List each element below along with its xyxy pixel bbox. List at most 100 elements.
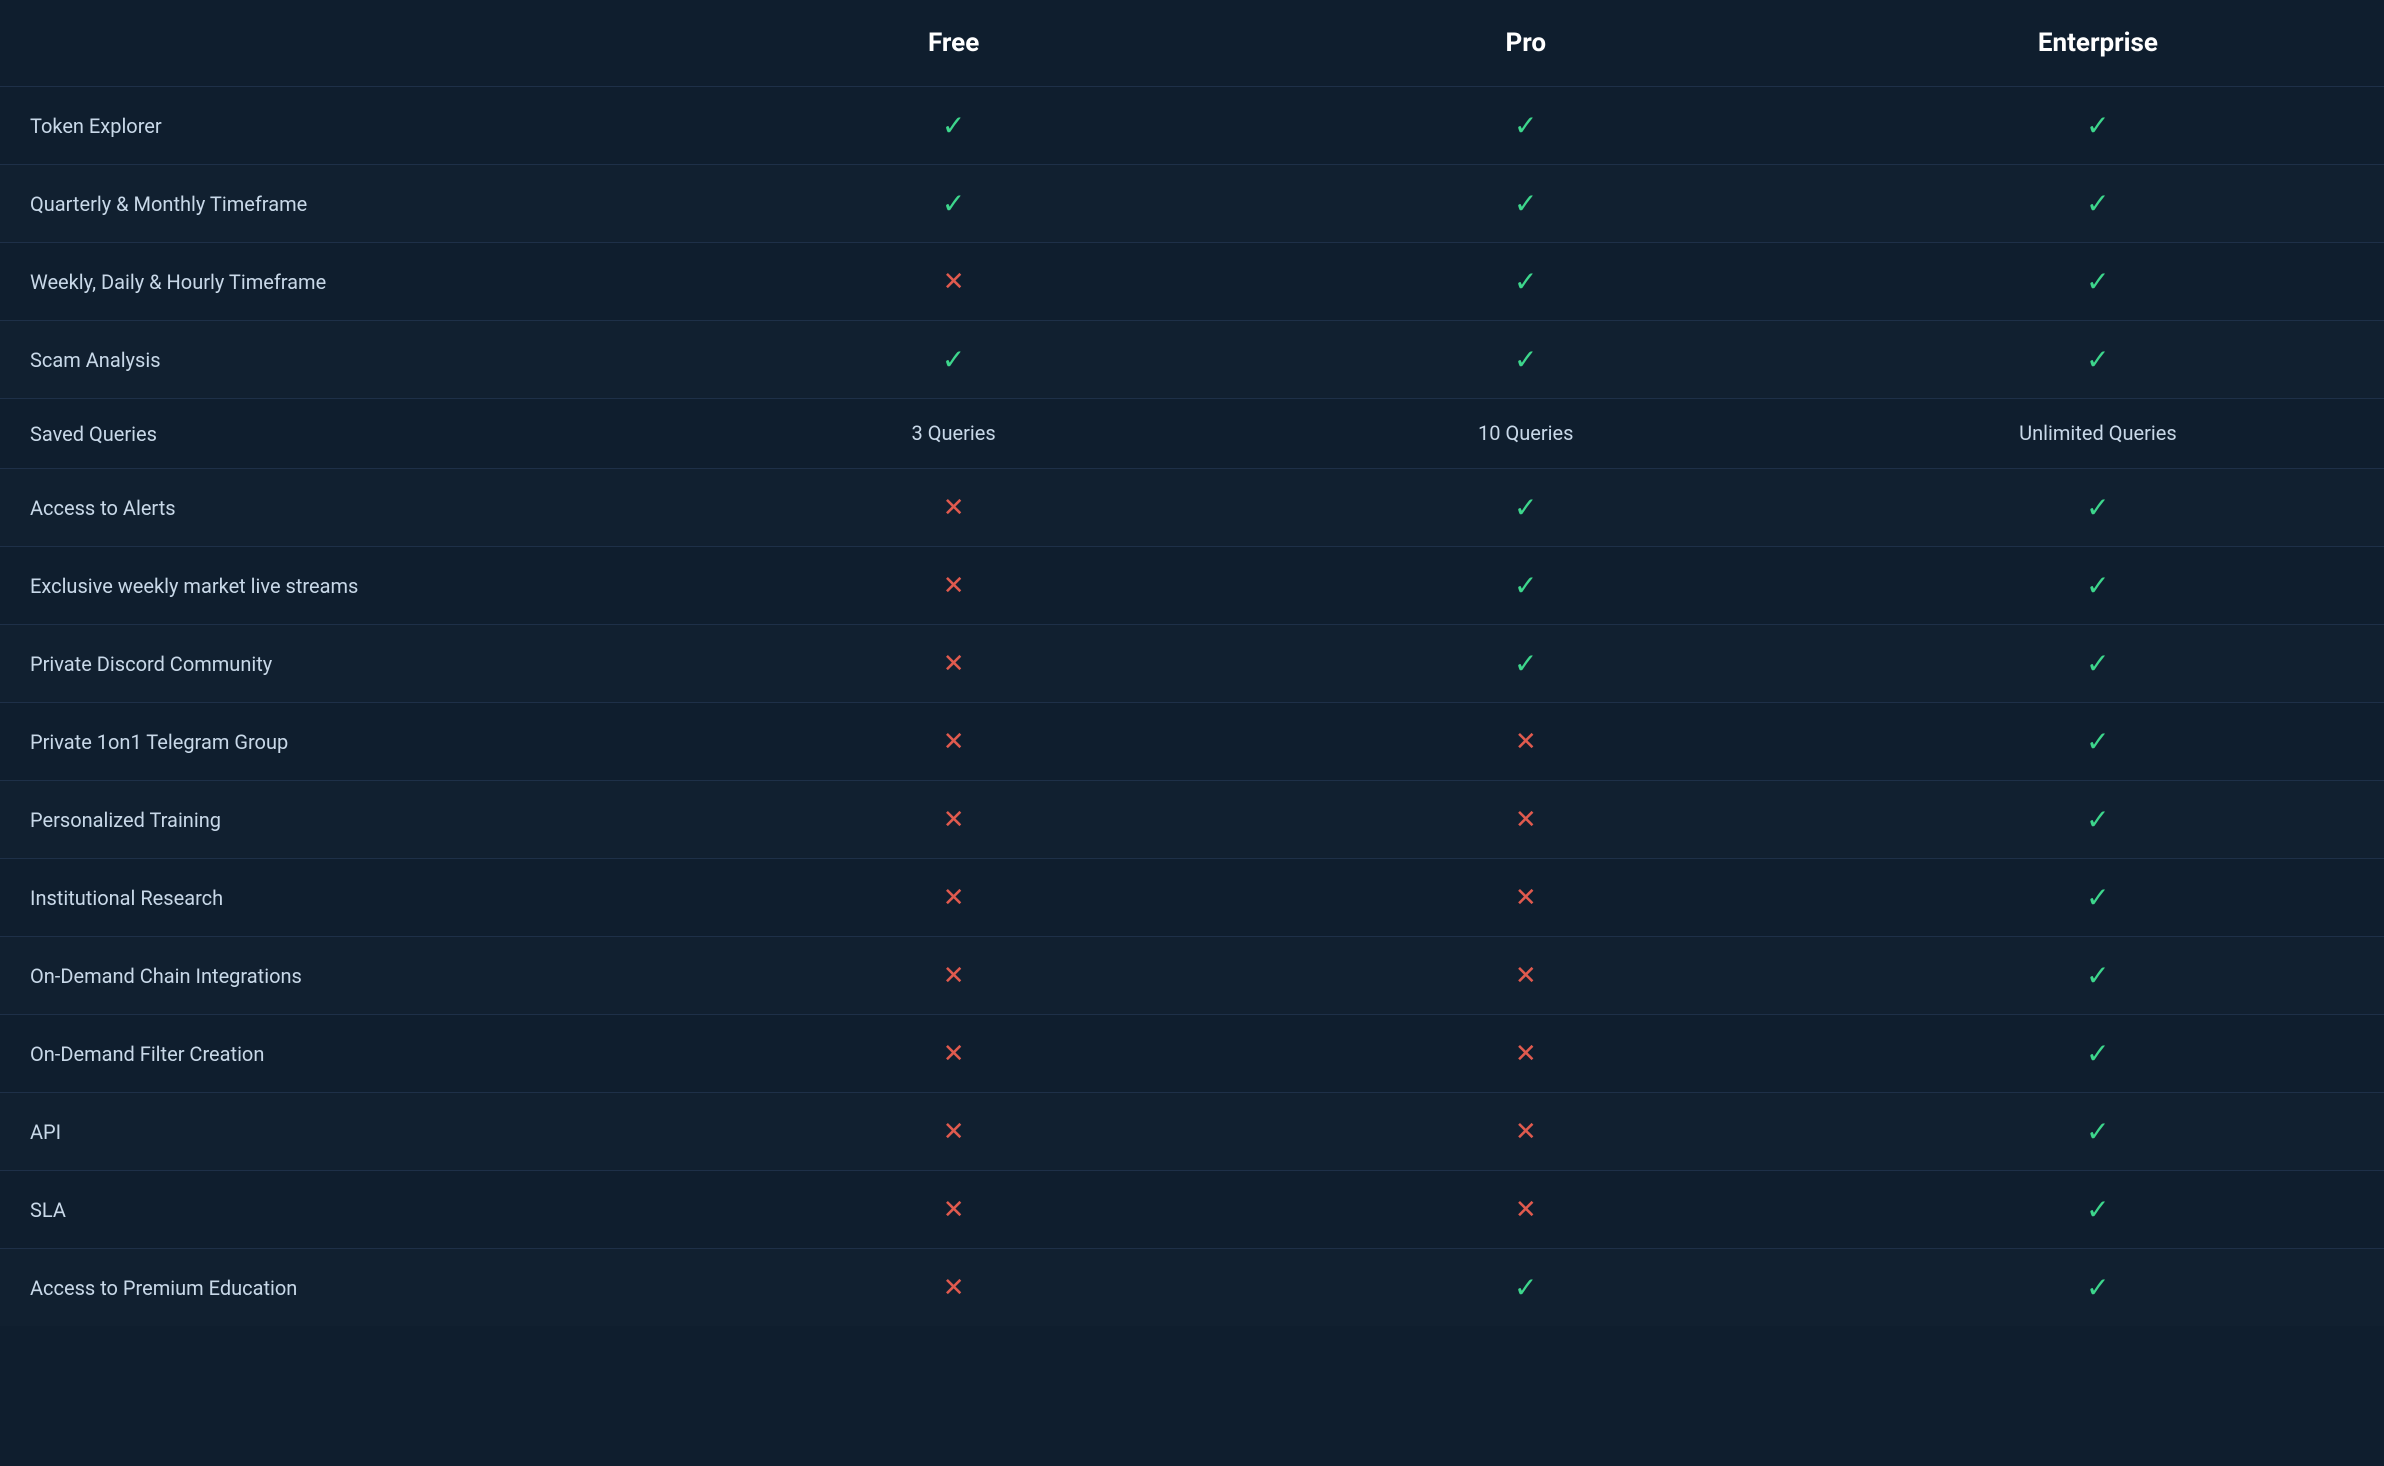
table-row: Private 1on1 Telegram Group✕✕✓ (0, 703, 2384, 781)
feature-label: Scam Analysis (0, 321, 668, 399)
check-icon: ✓ (2086, 569, 2109, 602)
cross-icon: ✕ (1515, 1117, 1537, 1147)
enterprise-value: ✓ (1812, 469, 2384, 547)
free-value: ✕ (668, 625, 1240, 703)
pro-value: ✓ (1240, 165, 1812, 243)
check-icon: ✓ (2086, 1115, 2109, 1148)
table-row: Private Discord Community ✕ ✓ ✓ (0, 625, 2384, 703)
header-pro-col: Pro (1240, 0, 1812, 87)
cross-icon: ✕ (1515, 883, 1537, 913)
check-icon: ✓ (2086, 187, 2109, 220)
free-value: ✕ (668, 1093, 1240, 1171)
cross-icon: ✕ (943, 1117, 965, 1147)
free-value: ✓ (668, 321, 1240, 399)
pro-value: 10 Queries (1240, 399, 1812, 469)
feature-label: Saved Queries (0, 399, 668, 469)
enterprise-value: ✓ (1812, 1249, 2384, 1327)
text-value: 10 Queries (1478, 421, 1573, 445)
cross-icon: ✕ (943, 1195, 965, 1225)
feature-label: Weekly, Daily & Hourly Timeframe (0, 243, 668, 321)
free-value: ✓ (668, 87, 1240, 165)
check-icon: ✓ (2086, 959, 2109, 992)
check-icon: ✓ (2086, 647, 2109, 680)
pro-value: ✓ (1240, 625, 1812, 703)
pro-value: ✕ (1240, 859, 1812, 937)
check-icon: ✓ (1514, 491, 1537, 524)
table-row: SLA✕✕✓ (0, 1171, 2384, 1249)
table-row: Quarterly & Monthly Timeframe ✓ ✓ ✓ (0, 165, 2384, 243)
check-icon: ✓ (2086, 1037, 2109, 1070)
cross-icon: ✕ (943, 805, 965, 835)
enterprise-value: ✓ (1812, 1093, 2384, 1171)
enterprise-value: ✓ (1812, 859, 2384, 937)
pro-value: ✕ (1240, 703, 1812, 781)
header-row: Free Pro Enterprise (0, 0, 2384, 87)
header-feature-col (0, 0, 668, 87)
free-value: ✓ (668, 165, 1240, 243)
check-icon: ✓ (2086, 491, 2109, 524)
pro-value: ✕ (1240, 1093, 1812, 1171)
cross-icon: ✕ (943, 883, 965, 913)
table-row: Access to Premium Education✕✓✓ (0, 1249, 2384, 1327)
check-icon: ✓ (942, 343, 965, 376)
check-icon: ✓ (942, 187, 965, 220)
check-icon: ✓ (2086, 109, 2109, 142)
free-value: ✕ (668, 781, 1240, 859)
cross-icon: ✕ (1515, 1039, 1537, 1069)
feature-label: Private Discord Community (0, 625, 668, 703)
pricing-comparison-table: Free Pro Enterprise Token Explorer✓✓✓Qua… (0, 0, 2384, 1326)
free-value: ✕ (668, 547, 1240, 625)
check-icon: ✓ (1514, 569, 1537, 602)
cross-icon: ✕ (1515, 1195, 1537, 1225)
check-icon: ✓ (2086, 725, 2109, 758)
check-icon: ✓ (2086, 265, 2109, 298)
pro-value: ✓ (1240, 87, 1812, 165)
check-icon: ✓ (1514, 1271, 1537, 1304)
text-value: 3 Queries (912, 421, 996, 445)
feature-label: Private 1on1 Telegram Group (0, 703, 668, 781)
feature-label: Personalized Training (0, 781, 668, 859)
table-row: Saved Queries3 Queries10 QueriesUnlimite… (0, 399, 2384, 469)
free-value: ✕ (668, 243, 1240, 321)
feature-label: On-Demand Chain Integrations (0, 937, 668, 1015)
table-row: Scam Analysis✓✓✓ (0, 321, 2384, 399)
enterprise-value: ✓ (1812, 781, 2384, 859)
check-icon: ✓ (2086, 1271, 2109, 1304)
cross-icon: ✕ (943, 267, 965, 297)
check-icon: ✓ (2086, 803, 2109, 836)
header-enterprise-col: Enterprise (1812, 0, 2384, 87)
feature-label: API (0, 1093, 668, 1171)
cross-icon: ✕ (943, 571, 965, 601)
check-icon: ✓ (1514, 187, 1537, 220)
table-row: On-Demand Chain Integrations✕✕✓ (0, 937, 2384, 1015)
feature-label: Exclusive weekly market live streams (0, 547, 668, 625)
enterprise-value: ✓ (1812, 165, 2384, 243)
table-row: On-Demand Filter Creation✕✕✓ (0, 1015, 2384, 1093)
check-icon: ✓ (1514, 265, 1537, 298)
pro-value: ✓ (1240, 469, 1812, 547)
feature-label: Access to Alerts (0, 469, 668, 547)
enterprise-value: ✓ (1812, 703, 2384, 781)
check-icon: ✓ (1514, 647, 1537, 680)
free-value: ✕ (668, 1249, 1240, 1327)
free-value: ✕ (668, 1171, 1240, 1249)
free-value: ✕ (668, 1015, 1240, 1093)
pro-value: ✕ (1240, 1015, 1812, 1093)
free-value: 3 Queries (668, 399, 1240, 469)
header-free-col: Free (668, 0, 1240, 87)
check-icon: ✓ (2086, 343, 2109, 376)
free-value: ✕ (668, 937, 1240, 1015)
cross-icon: ✕ (943, 493, 965, 523)
enterprise-value: ✓ (1812, 547, 2384, 625)
table-row: Token Explorer✓✓✓ (0, 87, 2384, 165)
free-value: ✕ (668, 703, 1240, 781)
free-value: ✕ (668, 859, 1240, 937)
enterprise-value: ✓ (1812, 937, 2384, 1015)
feature-label: Quarterly & Monthly Timeframe (0, 165, 668, 243)
enterprise-value: ✓ (1812, 625, 2384, 703)
cross-icon: ✕ (1515, 961, 1537, 991)
check-icon: ✓ (2086, 881, 2109, 914)
pro-value: ✕ (1240, 937, 1812, 1015)
free-value: ✕ (668, 469, 1240, 547)
cross-icon: ✕ (943, 649, 965, 679)
